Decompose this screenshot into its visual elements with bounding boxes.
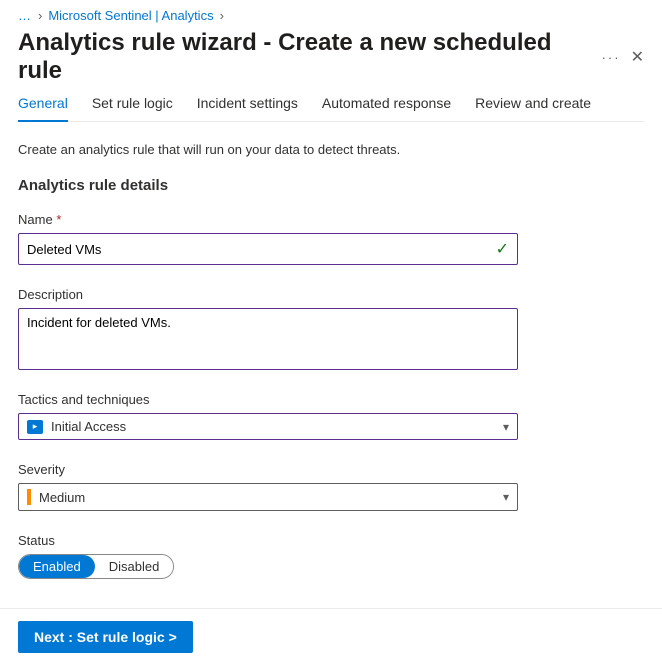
status-label: Status <box>18 533 518 548</box>
breadcrumb: … › Microsoft Sentinel | Analytics › <box>0 0 662 23</box>
chevron-down-icon: ▾ <box>503 420 509 434</box>
tab-automated-response[interactable]: Automated response <box>322 87 451 121</box>
tactic-icon: ▸ <box>27 420 43 434</box>
required-indicator: * <box>56 212 61 227</box>
severity-color-icon <box>27 489 31 505</box>
status-toggle: Enabled Disabled <box>18 554 174 579</box>
section-title: Analytics rule details <box>18 177 644 194</box>
name-input[interactable] <box>27 242 496 257</box>
name-label: Name * <box>18 212 518 227</box>
description-wrap <box>18 308 518 370</box>
content-scroll[interactable]: General Set rule logic Incident settings… <box>0 86 662 605</box>
description-label: Description <box>18 287 518 302</box>
tab-bar: General Set rule logic Incident settings… <box>18 87 644 122</box>
tactics-label: Tactics and techniques <box>18 392 518 407</box>
tab-incident-settings[interactable]: Incident settings <box>197 87 298 121</box>
breadcrumb-link-sentinel[interactable]: Microsoft Sentinel | Analytics <box>48 8 213 23</box>
intro-text: Create an analytics rule that will run o… <box>18 142 644 157</box>
checkmark-icon: ✓ <box>496 239 509 259</box>
name-input-wrap: ✓ <box>18 233 518 265</box>
field-name: Name * ✓ <box>18 212 518 265</box>
field-status: Status Enabled Disabled <box>18 533 518 579</box>
tab-review-create[interactable]: Review and create <box>475 87 591 121</box>
tab-general[interactable]: General <box>18 87 68 121</box>
page-title: Analytics rule wizard - Create a new sch… <box>18 29 602 85</box>
chevron-right-icon: › <box>220 8 224 23</box>
more-actions-icon[interactable]: ··· <box>602 50 621 65</box>
status-enabled-option[interactable]: Enabled <box>19 555 95 578</box>
close-icon[interactable]: ✕ <box>631 47 644 67</box>
field-severity: Severity Medium ▾ <box>18 462 518 511</box>
field-description: Description <box>18 287 518 370</box>
tab-set-rule-logic[interactable]: Set rule logic <box>92 87 173 121</box>
footer-bar: Next : Set rule logic > <box>0 608 662 665</box>
breadcrumb-overflow[interactable]: … <box>18 8 32 23</box>
tactics-select[interactable]: ▸ Initial Access ▾ <box>18 413 518 440</box>
tactics-value: Initial Access <box>51 419 126 434</box>
severity-label: Severity <box>18 462 518 477</box>
next-button[interactable]: Next : Set rule logic > <box>18 621 193 653</box>
chevron-right-icon: › <box>38 8 42 23</box>
status-disabled-option[interactable]: Disabled <box>95 555 174 578</box>
field-tactics: Tactics and techniques ▸ Initial Access … <box>18 392 518 440</box>
title-row: Analytics rule wizard - Create a new sch… <box>0 23 662 95</box>
chevron-down-icon: ▾ <box>503 490 509 504</box>
severity-value: Medium <box>39 490 85 505</box>
severity-select[interactable]: Medium ▾ <box>18 483 518 511</box>
description-input[interactable] <box>27 315 509 360</box>
